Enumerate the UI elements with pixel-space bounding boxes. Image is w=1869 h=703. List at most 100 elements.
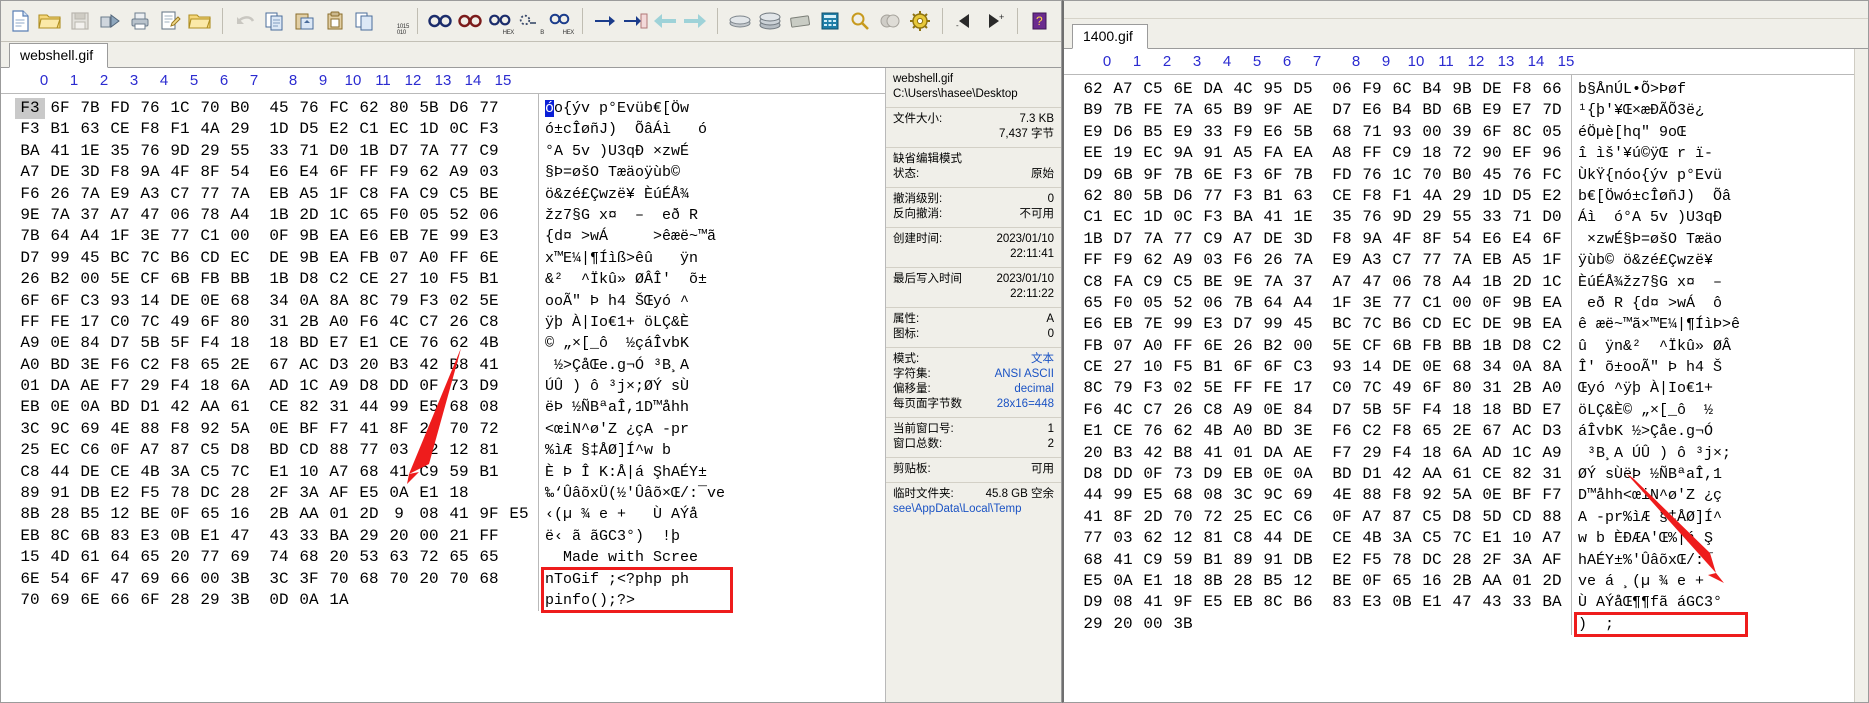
hex-byte[interactable]: 44 (354, 397, 384, 418)
hex-byte[interactable]: FA (1258, 143, 1288, 164)
hex-row[interactable]: C1 EC 1D 0C F3 BA 41 1E 35 76 9D 29 55 33 71 D0 (1078, 207, 1567, 228)
hex-byte[interactable]: 42 (414, 355, 444, 376)
hex-byte[interactable]: DE (45, 162, 75, 183)
hex-byte[interactable]: 42 (1138, 443, 1168, 464)
hex-byte[interactable]: 26 (1168, 400, 1198, 421)
hex-byte[interactable]: 12 (105, 504, 135, 525)
hex-byte[interactable]: 6B (75, 526, 105, 547)
hex-byte[interactable]: 0F (1477, 293, 1507, 314)
hex-byte[interactable]: 33 (264, 141, 294, 162)
hex-byte[interactable]: 77 (195, 547, 225, 568)
hex-row[interactable]: FF FE 17 C0 7C 49 6F 80 31 2B A0 F6 4C C7 26 C8 (15, 312, 534, 333)
hex-byte[interactable]: 5B (135, 333, 165, 354)
hex-byte[interactable]: 2D (354, 504, 384, 525)
hex-byte[interactable]: 93 (1327, 357, 1357, 378)
hex-byte[interactable]: F3 (15, 98, 45, 120)
hex-byte[interactable]: 7A (1288, 250, 1318, 271)
hex-byte[interactable]: FF (1168, 336, 1198, 357)
hex-byte[interactable]: 61 (1447, 464, 1477, 485)
hex-byte[interactable]: FE (1258, 378, 1288, 399)
hex-byte[interactable]: 78 (165, 483, 195, 504)
hex-byte[interactable]: 6F (1477, 122, 1507, 143)
hex-byte[interactable]: AA (1477, 571, 1507, 592)
hex-byte[interactable]: 7B (15, 226, 45, 247)
hex-byte[interactable]: A0 (1537, 378, 1567, 399)
hex-byte[interactable]: FF (474, 526, 504, 547)
hex-byte[interactable]: 66 (1537, 79, 1567, 100)
hex-byte[interactable]: 55 (225, 141, 255, 162)
hex-byte[interactable]: 3D (1288, 229, 1318, 250)
hex-byte[interactable]: FD (1327, 165, 1357, 186)
hex-byte[interactable]: 2D (1537, 571, 1567, 592)
hex-byte[interactable]: F6 (105, 355, 135, 376)
hex-byte[interactable]: CE (384, 333, 414, 354)
hex-byte[interactable]: 65 (1387, 571, 1417, 592)
hex-byte[interactable]: 3E (1357, 293, 1387, 314)
hex-row[interactable]: 15 4D 61 64 65 20 77 69 74 68 20 53 63 72 65 65 (15, 547, 534, 568)
hex-byte[interactable]: DE (1477, 314, 1507, 335)
hex-byte[interactable]: F4 (1387, 443, 1417, 464)
hex-byte[interactable]: B1 (1198, 357, 1228, 378)
hex-byte[interactable]: 9B (1447, 79, 1477, 100)
hex-byte[interactable]: C2 (1537, 336, 1567, 357)
ascii-row[interactable]: û ÿn&² ^Ïkû» ØÂ (1578, 336, 1740, 357)
hex-byte[interactable]: 0E (264, 419, 294, 440)
hex-byte[interactable]: F3 (1198, 207, 1228, 228)
hex-byte[interactable]: 18 (1168, 571, 1198, 592)
hex-byte[interactable]: 83 (1327, 592, 1357, 613)
ascii-row[interactable]: &² ^Ïkû» ØÂÎ' õ± (545, 269, 725, 290)
hex-byte[interactable]: B2 (45, 269, 75, 290)
hex-byte[interactable]: 2F (264, 483, 294, 504)
hex-byte[interactable]: 0A (1108, 571, 1138, 592)
hex-byte[interactable]: B9 (1228, 100, 1258, 121)
hex-byte[interactable]: F8 (1357, 186, 1387, 207)
hex-byte[interactable]: 28 (225, 483, 255, 504)
hex-byte[interactable]: 15 (15, 547, 45, 568)
hex-byte[interactable]: 06 (165, 205, 195, 226)
hex-byte[interactable]: D7 (1108, 229, 1138, 250)
ascii-row[interactable]: ö&zé£Çwzë¥ ÈúÉÅ¾ (545, 184, 725, 205)
hex-byte[interactable]: 0E (45, 333, 75, 354)
hex-byte[interactable]: 8F (1108, 507, 1138, 528)
hex-byte[interactable]: 44 (1078, 485, 1108, 506)
hex-byte[interactable]: 99 (444, 226, 474, 247)
hex-byte[interactable]: 18 (1477, 400, 1507, 421)
hex-row[interactable]: F3 6F 7B FD 76 1C 70 B0 45 76 FC 62 80 5B D6 77 (15, 98, 534, 120)
hex-byte[interactable]: F5 (1168, 357, 1198, 378)
hex-byte[interactable]: BD (105, 397, 135, 418)
hex-byte[interactable]: 18 (195, 376, 225, 397)
hex-byte[interactable]: FF (1357, 143, 1387, 164)
hex-byte[interactable]: F3 (474, 119, 504, 140)
hex-row[interactable]: E6 EB 7E 99 E3 D7 99 45 BC 7C B6 CD EC DE 9B EA (1078, 314, 1567, 335)
hex-byte[interactable]: FF (15, 312, 45, 333)
hex-row[interactable]: 20 B3 42 B8 41 01 DA AE F7 29 F4 18 6A AD 1C A9 (1078, 443, 1567, 464)
hex-byte[interactable]: 89 (15, 483, 45, 504)
hex-byte[interactable]: 1F (324, 184, 354, 205)
hex-byte[interactable]: 41 (354, 419, 384, 440)
hex-byte[interactable]: C5 (1417, 528, 1447, 549)
ascii-row[interactable]: hAÉY±%'ÛâõxŒ/:¯ (1578, 550, 1740, 571)
hex-byte[interactable]: C7 (1138, 400, 1168, 421)
ascii-row[interactable]: ÚÛ ) ô ³j×;ØÝ sÙ (545, 376, 725, 397)
hex-byte[interactable]: 2F (1477, 550, 1507, 571)
hex-byte[interactable]: 0E (1417, 357, 1447, 378)
hex-byte[interactable]: C8 (1198, 400, 1228, 421)
hex-byte[interactable]: BD (1258, 421, 1288, 442)
hex-byte[interactable]: E6 (1258, 122, 1288, 143)
hex-byte[interactable]: C9 (1387, 143, 1417, 164)
hex-row[interactable]: EB 0E 0A BD D1 42 AA 61 CE 82 31 44 99 E5 68 08 (15, 397, 534, 418)
hex-byte[interactable]: F7 (1537, 485, 1567, 506)
hex-byte[interactable]: 27 (384, 269, 414, 290)
hex-byte[interactable]: 6F (1258, 357, 1288, 378)
hex-byte[interactable]: 6F (324, 162, 354, 183)
hex-byte[interactable]: 41 (1258, 207, 1288, 228)
hex-byte[interactable]: A7 (135, 440, 165, 461)
hex-byte[interactable]: 0A (75, 397, 105, 418)
hex-byte[interactable]: 61 (225, 397, 255, 418)
hex-byte[interactable]: D9 (474, 376, 504, 397)
hex-byte[interactable]: 8F (1417, 229, 1447, 250)
hex-row[interactable]: 9E 7A 37 A7 47 06 78 A4 1B 2D 1C 65 F0 05 52 06 (15, 205, 534, 226)
hex-byte[interactable]: AA (294, 504, 324, 525)
hex-byte[interactable]: E1 (1138, 571, 1168, 592)
hex-byte[interactable]: C2 (324, 269, 354, 290)
